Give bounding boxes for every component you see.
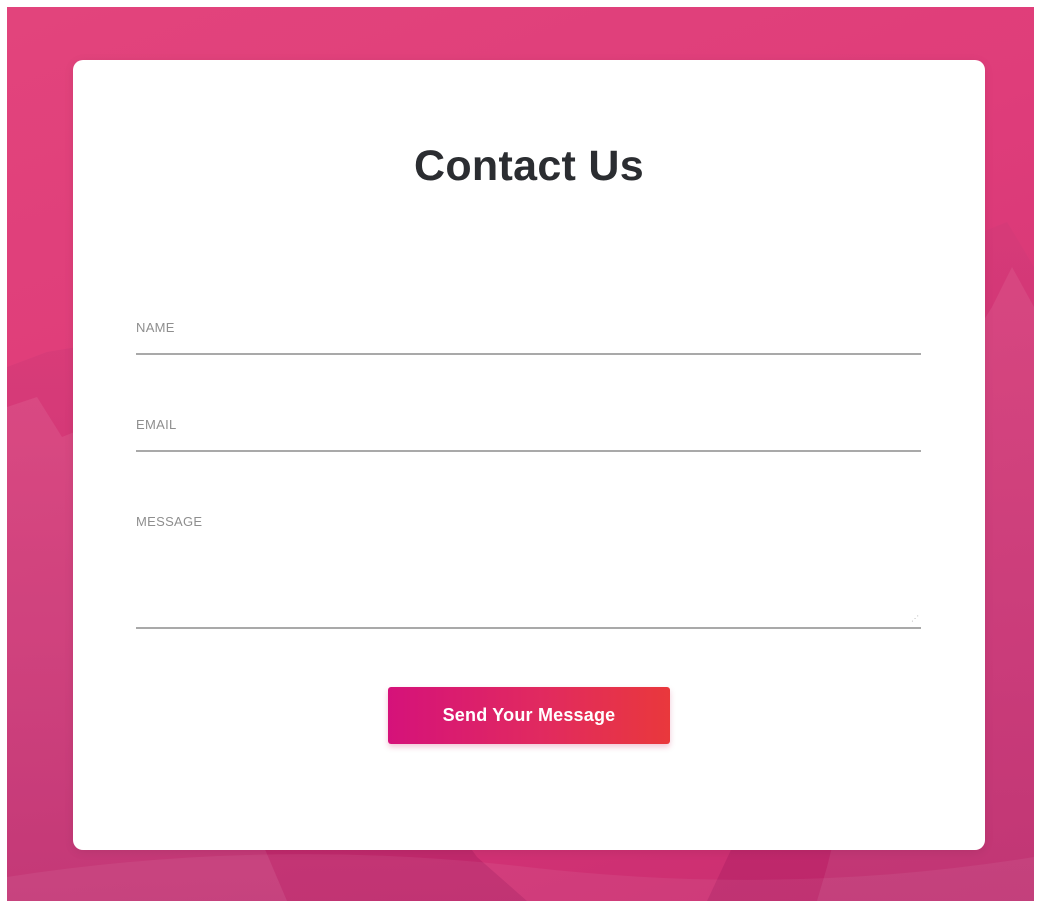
email-label: EMAIL — [136, 417, 177, 432]
message-label: MESSAGE — [136, 514, 203, 529]
resize-grip-icon[interactable]: ⋰ — [911, 615, 919, 623]
email-underline — [136, 450, 921, 452]
contact-card: Contact Us NAME EMAIL MESSAGE ⋰ Send You… — [73, 60, 985, 850]
name-label: NAME — [136, 320, 175, 335]
message-field[interactable]: MESSAGE ⋰ — [136, 514, 921, 632]
send-message-button[interactable]: Send Your Message — [388, 687, 670, 744]
page-background: Contact Us NAME EMAIL MESSAGE ⋰ Send You… — [7, 7, 1034, 901]
name-field[interactable]: NAME — [136, 320, 921, 356]
name-underline — [136, 353, 921, 355]
email-field[interactable]: EMAIL — [136, 417, 921, 453]
page-title: Contact Us — [414, 142, 644, 190]
message-underline — [136, 627, 921, 629]
